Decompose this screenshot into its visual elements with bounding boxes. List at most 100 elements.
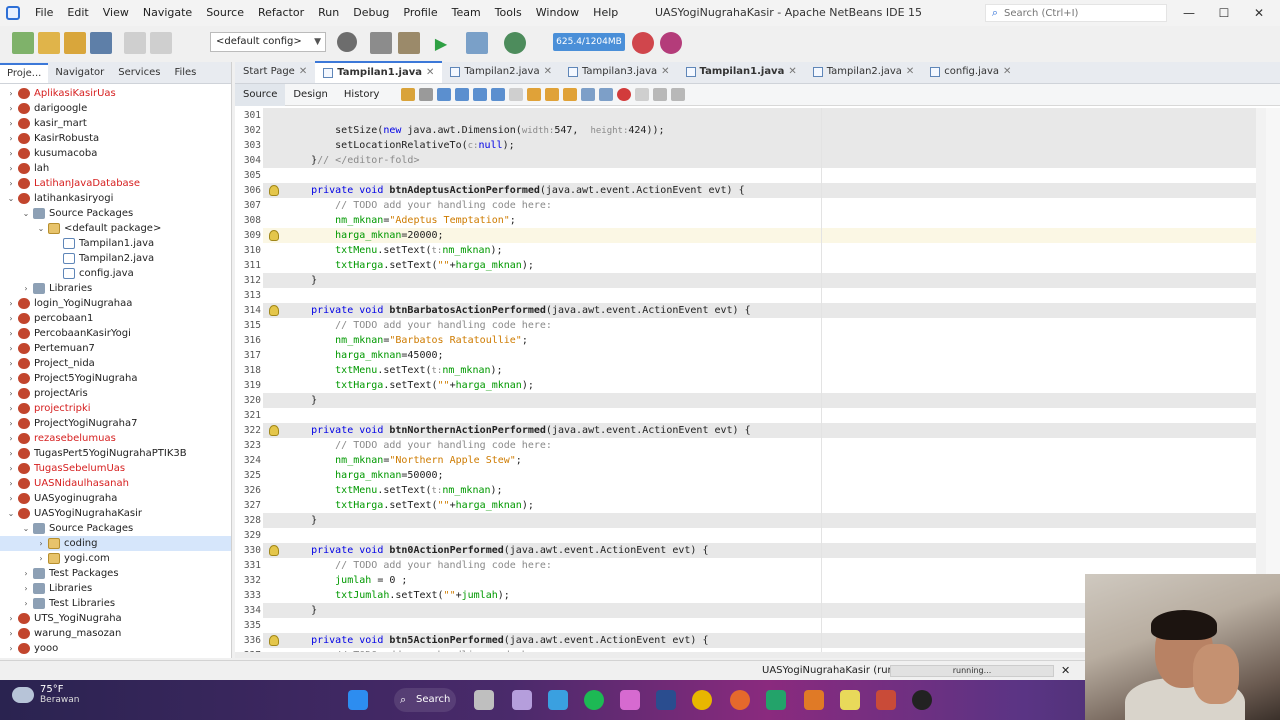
editor-tab[interactable]: Tampilan1.java ✕ [315, 61, 443, 83]
code-line[interactable]: 321 [235, 408, 1280, 423]
chevron-right-icon[interactable]: › [6, 101, 16, 116]
chevron-right-icon[interactable]: › [6, 146, 16, 161]
chevron-right-icon[interactable]: › [6, 626, 16, 641]
tree-item[interactable]: › KasirRobusta [0, 131, 231, 146]
chevron-right-icon[interactable]: › [21, 281, 31, 296]
menu-help[interactable]: Help [586, 0, 625, 26]
editor-tool-icon[interactable] [545, 88, 560, 101]
taskbar-search[interactable]: ⌕ Search [394, 688, 456, 712]
new-project-icon[interactable] [38, 32, 60, 54]
tree-item[interactable]: › TugasSebelumUas [0, 461, 231, 476]
editor-tool-icon[interactable] [419, 88, 434, 101]
code-line[interactable]: 322 private void btnNorthernActionPerfor… [235, 423, 1280, 438]
code-line[interactable]: 330 private void btn0ActionPerformed(jav… [235, 543, 1280, 558]
code-line[interactable]: 314 private void btnBarbatosActionPerfor… [235, 303, 1280, 318]
editor-tool-icon[interactable] [671, 88, 686, 101]
code-line[interactable]: 311 txtHarga.setText(""+harga_mknan); [235, 258, 1280, 273]
editor-tab[interactable]: Tampilan3.java ✕ [560, 61, 678, 83]
tree-item[interactable]: › Project5YogiNugraha [0, 371, 231, 386]
chevron-right-icon[interactable]: › [36, 536, 46, 551]
menu-source[interactable]: Source [199, 0, 251, 26]
menu-tools[interactable]: Tools [488, 0, 529, 26]
tree-item[interactable]: config.java [0, 266, 231, 281]
code-line[interactable]: 303 setLocationRelativeTo(c:null); [235, 138, 1280, 153]
editor-tool-icon[interactable] [617, 88, 632, 101]
tree-item[interactable]: › UTS_YogiNugraha [0, 611, 231, 626]
firefox-icon[interactable] [730, 690, 750, 710]
close-tab-icon[interactable]: ✕ [299, 61, 307, 83]
editor-tab[interactable]: Tampilan2.java ✕ [805, 61, 923, 83]
lightbulb-icon[interactable] [269, 185, 279, 196]
spotify-icon[interactable] [584, 690, 604, 710]
menu-navigate[interactable]: Navigate [136, 0, 199, 26]
code-line[interactable]: 327 txtHarga.setText(""+harga_mknan); [235, 498, 1280, 513]
code-line[interactable]: 310 txtMenu.setText(t:nm_mknan); [235, 243, 1280, 258]
tree-item[interactable]: ⌄ Source Packages [0, 206, 231, 221]
tree-item[interactable]: › rezasebelumuas [0, 431, 231, 446]
menu-refactor[interactable]: Refactor [251, 0, 311, 26]
chat-icon[interactable] [548, 690, 568, 710]
left-tab-0[interactable]: Proje... [0, 62, 49, 83]
editor-tool-icon[interactable] [563, 88, 578, 101]
menu-profile[interactable]: Profile [396, 0, 444, 26]
chevron-right-icon[interactable]: › [6, 461, 16, 476]
editor-tab[interactable]: Tampilan1.java ✕ [678, 61, 805, 83]
menu-edit[interactable]: Edit [60, 0, 95, 26]
new-file-icon[interactable] [12, 32, 34, 54]
code-line[interactable]: 301 [235, 108, 1280, 123]
chevron-down-icon[interactable]: ⌄ [21, 206, 31, 221]
code-line[interactable]: 316 nm_mknan="Barbatos Ratatoullie"; [235, 333, 1280, 348]
minimize-button[interactable]: — [1172, 0, 1206, 26]
menu-team[interactable]: Team [445, 0, 488, 26]
code-line[interactable]: 307 // TODO add your handling code here: [235, 198, 1280, 213]
tree-item[interactable]: ⌄ latihankasiryogi [0, 191, 231, 206]
chevron-right-icon[interactable]: › [6, 326, 16, 341]
code-line[interactable]: 305 [235, 168, 1280, 183]
java-icon[interactable] [876, 690, 896, 710]
tree-item[interactable]: › LatihanJavaDatabase [0, 176, 231, 191]
code-line[interactable]: 317 harga_mknan=45000; [235, 348, 1280, 363]
chevron-right-icon[interactable]: › [6, 491, 16, 506]
chevron-down-icon[interactable]: ⌄ [6, 506, 16, 521]
tree-item[interactable]: › UASyoginugraha [0, 491, 231, 506]
xampp-icon[interactable] [804, 690, 824, 710]
app-icon[interactable] [620, 690, 640, 710]
ide-search-box[interactable]: ⌕ [985, 4, 1167, 22]
editor-view-tab[interactable]: Source [235, 83, 286, 106]
save-all-icon[interactable] [90, 32, 112, 54]
editor-tab[interactable]: Tampilan2.java ✕ [442, 61, 560, 83]
chevron-right-icon[interactable]: › [6, 131, 16, 146]
editor-tool-icon[interactable] [509, 88, 524, 101]
tree-item[interactable]: › lah [0, 161, 231, 176]
code-line[interactable]: 320 } [235, 393, 1280, 408]
undo-icon[interactable] [124, 32, 146, 54]
menu-run[interactable]: Run [311, 0, 346, 26]
code-line[interactable]: 326 txtMenu.setText(t:nm_mknan); [235, 483, 1280, 498]
tree-item[interactable]: › login_YogiNugrahaa [0, 296, 231, 311]
close-tab-icon[interactable]: ✕ [1003, 61, 1011, 83]
file-explorer-icon[interactable] [656, 690, 676, 710]
gc-icon[interactable] [632, 32, 654, 54]
tree-item[interactable]: › AplikasiKasirUas [0, 86, 231, 101]
editor-tool-icon[interactable] [653, 88, 668, 101]
tree-item[interactable]: › Pertemuan7 [0, 341, 231, 356]
code-line[interactable]: 319 txtHarga.setText(""+harga_mknan); [235, 378, 1280, 393]
chevron-right-icon[interactable]: › [6, 176, 16, 191]
chevron-right-icon[interactable]: › [36, 551, 46, 566]
config-select[interactable]: <default config> ▼ [210, 32, 326, 52]
editor-tab[interactable]: Start Page ✕ [235, 61, 315, 83]
editor-tool-icon[interactable] [581, 88, 596, 101]
close-window-button[interactable]: ✕ [1242, 0, 1276, 26]
task-view-icon[interactable] [474, 690, 494, 710]
chevron-right-icon[interactable]: › [6, 341, 16, 356]
tree-item[interactable]: › Libraries [0, 281, 231, 296]
tree-item[interactable]: › kusumacoba [0, 146, 231, 161]
chevron-right-icon[interactable]: › [6, 611, 16, 626]
left-tab-3[interactable]: Files [167, 62, 203, 84]
chevron-right-icon[interactable]: › [6, 161, 16, 176]
profile-gc-icon[interactable] [660, 32, 682, 54]
tree-item[interactable]: › projectAris [0, 386, 231, 401]
close-tab-icon[interactable]: ✕ [788, 61, 796, 83]
code-line[interactable]: 302 setSize(new java.awt.Dimension(width… [235, 123, 1280, 138]
chevron-right-icon[interactable]: › [6, 641, 16, 656]
